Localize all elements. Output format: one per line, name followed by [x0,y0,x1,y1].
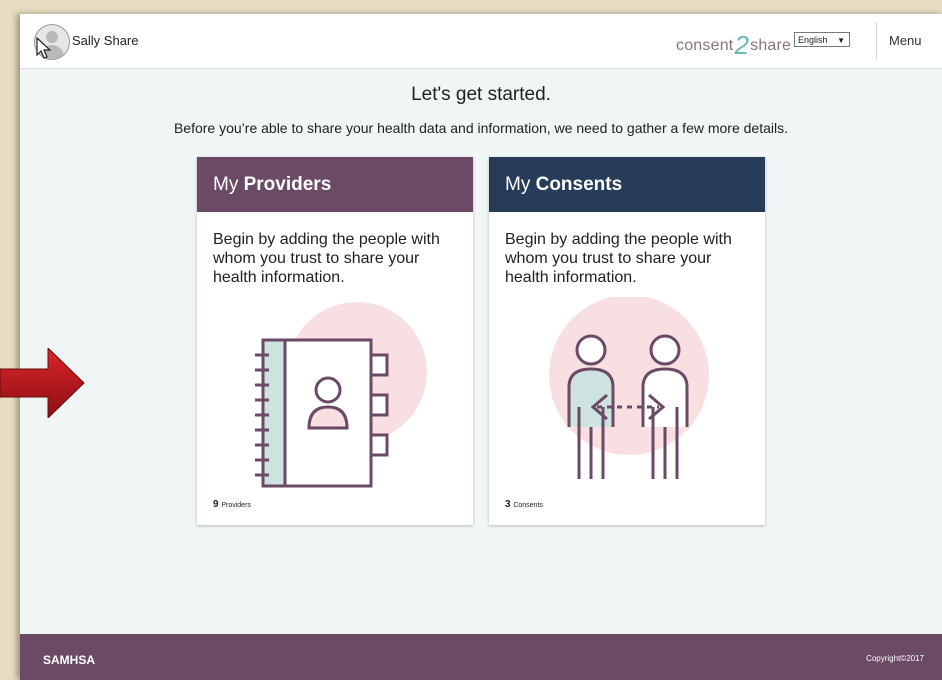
annotation-arrow-icon [0,348,85,418]
providers-count: 9 Providers [213,499,251,510]
logo-text-left: consent [676,37,734,54]
providers-card[interactable]: My Providers Begin by adding the people … [197,157,473,525]
top-header: Sally Share consent2share English ▼ Menu [20,14,942,69]
footer: SAMHSA Copyright©2017 [20,634,942,680]
providers-card-header[interactable]: My Providers [197,157,473,212]
footer-copyright: Copyright©2017 [866,654,924,663]
mouse-pointer-icon [36,37,52,59]
page-subtitle: Before you’re able to share your health … [173,120,789,136]
logo-text-right: share [750,37,792,54]
menu-button[interactable]: Menu [889,33,922,48]
address-book-icon [255,302,427,488]
consents-card-title-prefix: My [505,174,536,195]
page-title: Let's get started. [411,84,551,105]
providers-card-title: Providers [243,174,332,195]
logo-text-mid: 2 [734,30,750,60]
consents-card-description: Begin by adding the people with whom you… [505,231,732,286]
consents-count: 3 Consents [505,499,543,510]
providers-card-title-prefix: My [213,174,244,195]
language-select-value: English [798,35,828,45]
consents-count-unit: Consents [513,502,543,509]
providers-card-description: Begin by adding the people with whom you… [213,231,440,286]
sharing-people-icon [549,297,709,479]
consents-card-title: Consents [535,174,623,195]
providers-count-value: 9 [213,499,219,510]
consents-card-header[interactable]: My Consents [489,157,765,212]
app-window: Sally Share consent2share English ▼ Menu… [20,14,942,680]
language-select[interactable]: English ▼ [794,32,850,47]
consent2share-logo: consent2share [676,26,792,60]
consents-card[interactable]: My Consents Begin by adding the people w… [489,157,765,525]
providers-count-unit: Providers [221,502,251,509]
footer-brand: SAMHSA [43,653,96,667]
header-divider [876,22,877,60]
chevron-down-icon: ▼ [837,36,845,45]
user-name[interactable]: Sally Share [72,33,138,48]
consents-count-value: 3 [505,499,511,510]
